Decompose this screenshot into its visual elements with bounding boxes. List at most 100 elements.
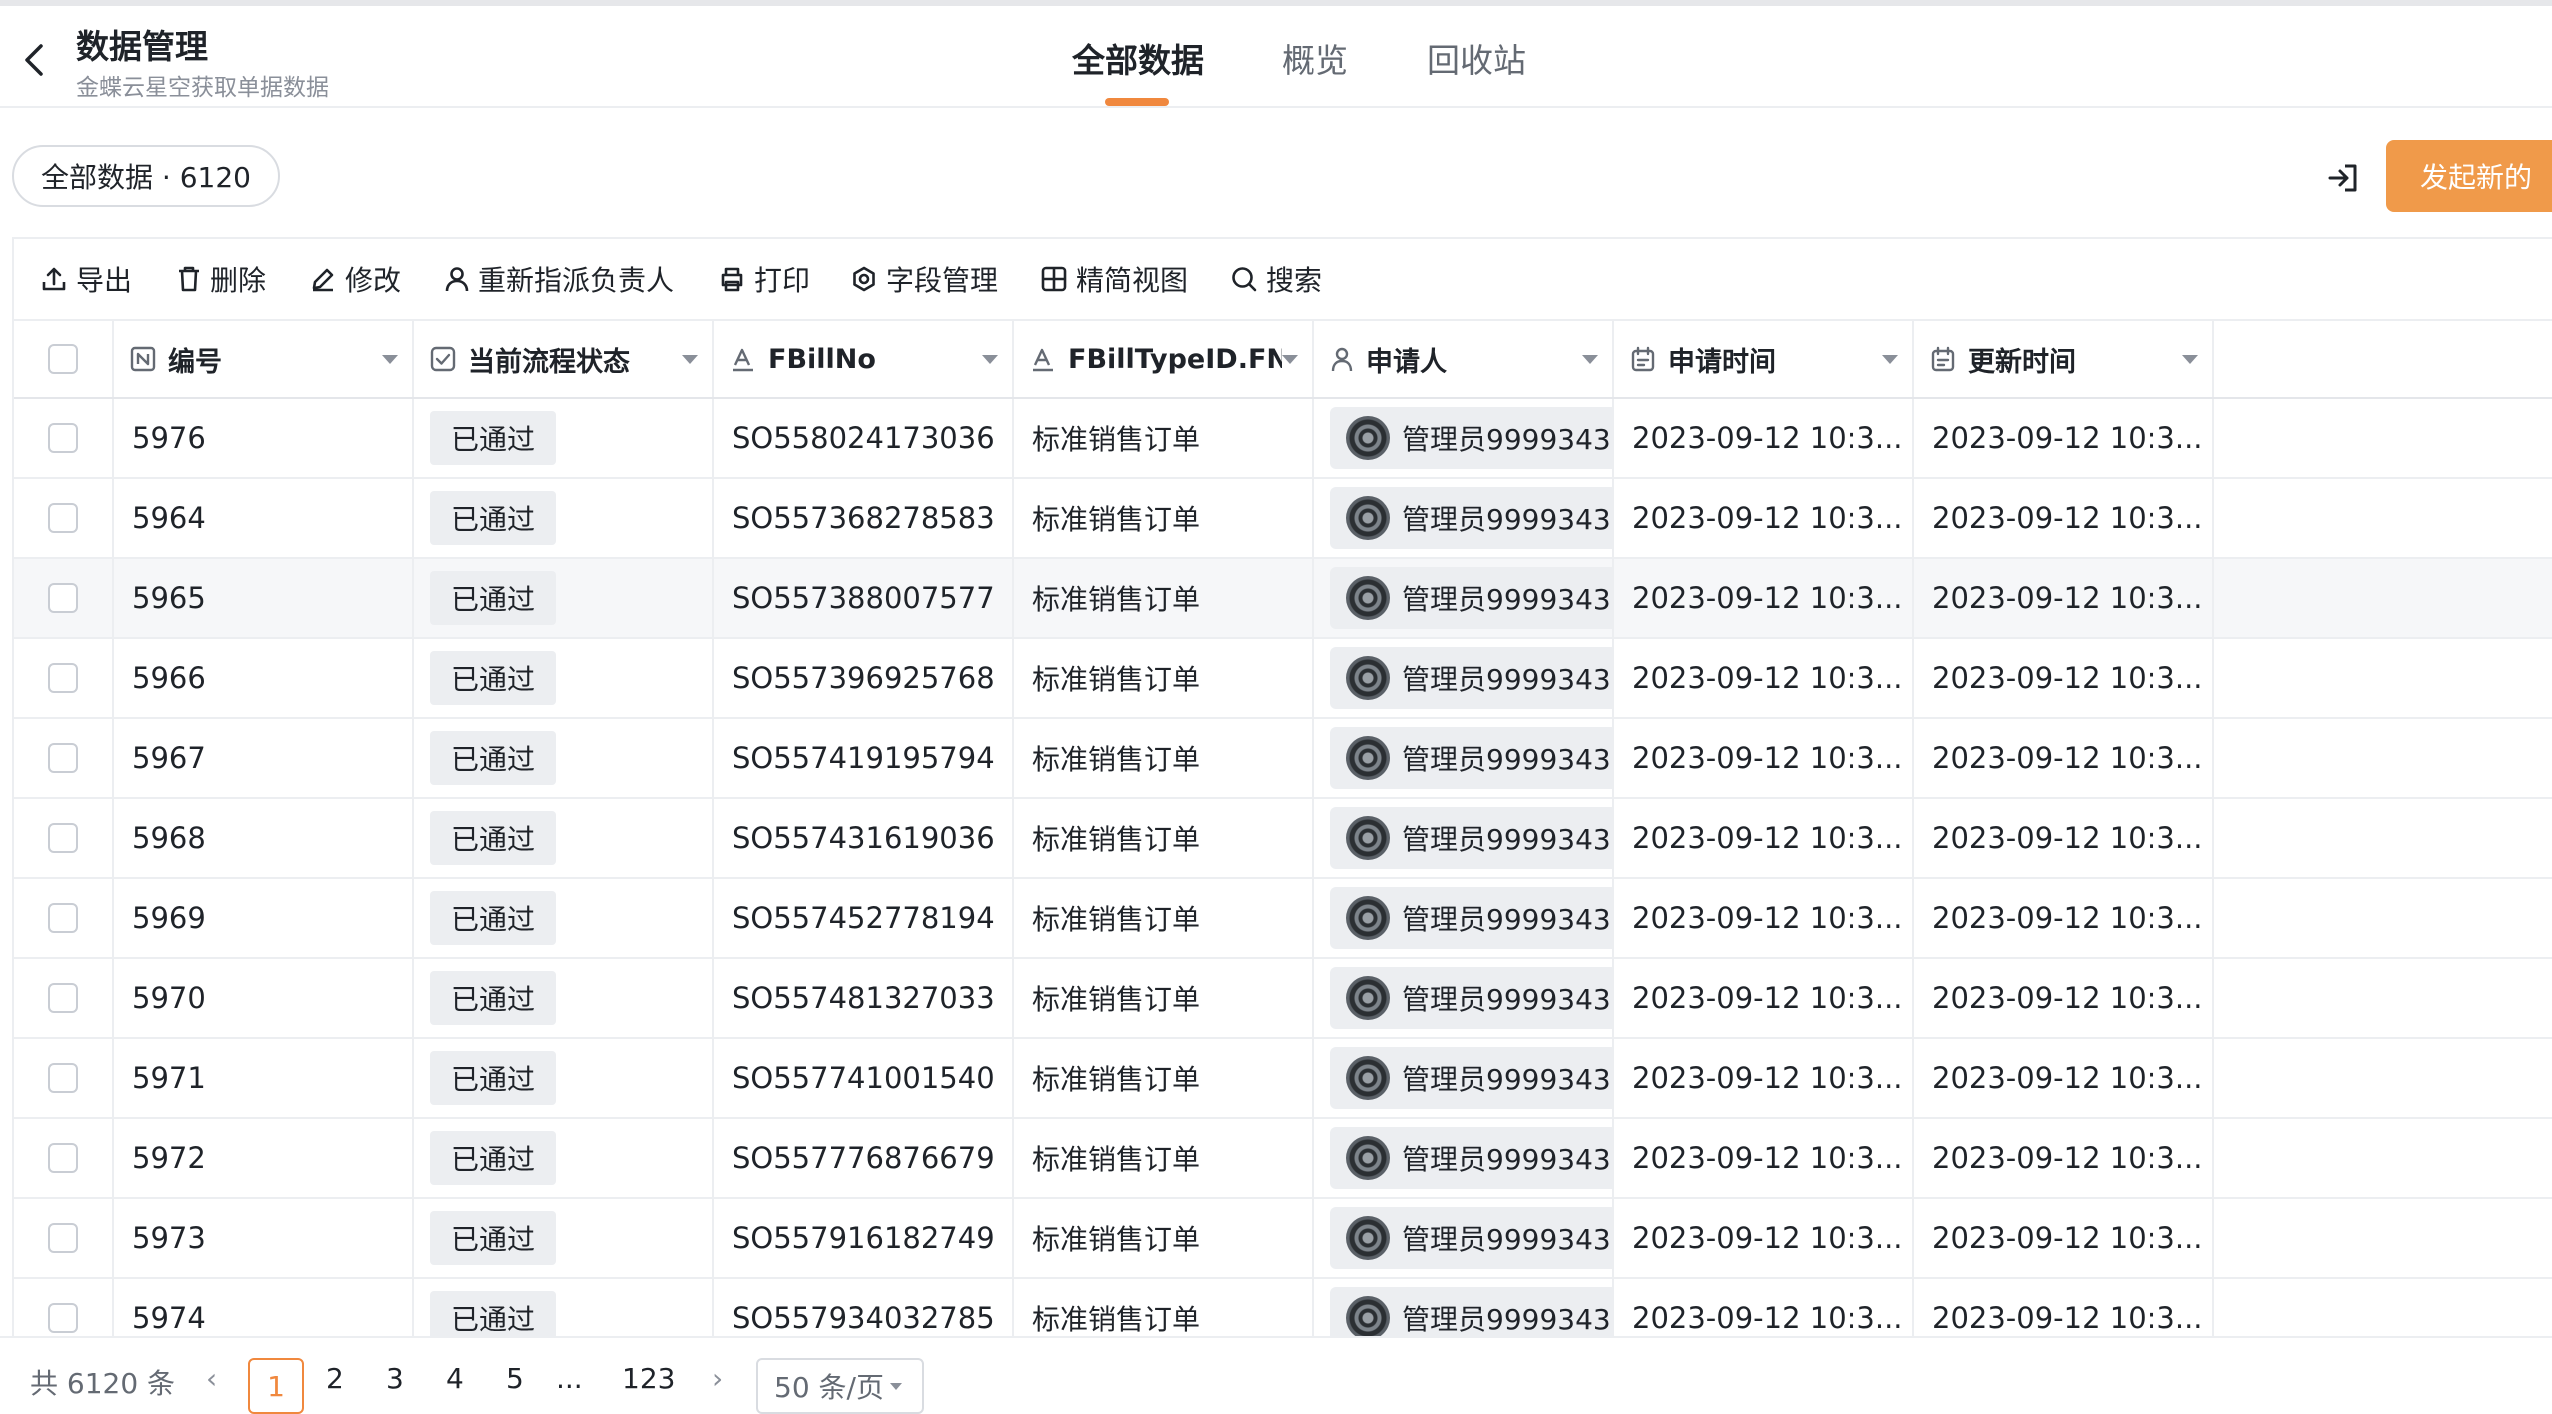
bill-no-cell[interactable]: SO557776876679 bbox=[714, 1119, 1014, 1197]
applied-time-cell[interactable]: 2023-09-12 10:3... bbox=[1614, 399, 1914, 477]
column-header-status[interactable]: 当前流程状态 bbox=[414, 321, 714, 397]
applied-time-cell[interactable]: 2023-09-12 10:3... bbox=[1614, 959, 1914, 1037]
number-cell[interactable]: 5968 bbox=[114, 799, 414, 877]
page-button[interactable]: 123 bbox=[622, 1362, 675, 1395]
page-button[interactable]: 5 bbox=[506, 1362, 524, 1395]
table-row[interactable]: 5964 已通过 SO557368278583 标准销售订单 管理员9999343 202… bbox=[14, 479, 2552, 559]
applicant-cell[interactable]: 管理员9999343 bbox=[1314, 1279, 1614, 1336]
status-cell[interactable]: 已通过 bbox=[414, 559, 714, 637]
number-cell[interactable]: 5965 bbox=[114, 559, 414, 637]
delete-button[interactable]: 删除 bbox=[176, 259, 266, 299]
updated-time-cell[interactable]: 2023-09-12 10:3... bbox=[1914, 719, 2214, 797]
updated-time-cell[interactable]: 2023-09-12 10:3... bbox=[1914, 399, 2214, 477]
applicant-cell[interactable]: 管理员9999343 bbox=[1314, 639, 1614, 717]
row-checkbox[interactable] bbox=[48, 503, 78, 533]
bill-type-cell[interactable]: 标准销售订单 bbox=[1014, 1279, 1314, 1336]
status-cell[interactable]: 已通过 bbox=[414, 479, 714, 557]
row-checkbox[interactable] bbox=[48, 903, 78, 933]
edit-button[interactable]: 修改 bbox=[309, 259, 401, 299]
table-row[interactable]: 5974 已通过 SO557934032785 标准销售订单 管理员9999343 202… bbox=[14, 1279, 2552, 1336]
status-cell[interactable]: 已通过 bbox=[414, 639, 714, 717]
row-checkbox[interactable] bbox=[48, 743, 78, 773]
applied-time-cell[interactable]: 2023-09-12 10:3... bbox=[1614, 639, 1914, 717]
tab-overview[interactable]: 概览 bbox=[1282, 34, 1348, 82]
bill-no-cell[interactable]: SO557452778194 bbox=[714, 879, 1014, 957]
applicant-cell[interactable]: 管理员9999343 bbox=[1314, 1119, 1614, 1197]
bill-type-cell[interactable]: 标准销售订单 bbox=[1014, 1039, 1314, 1117]
applicant-cell[interactable]: 管理员9999343 bbox=[1314, 719, 1614, 797]
table-row[interactable]: 5969 已通过 SO557452778194 标准销售订单 管理员9999343 202… bbox=[14, 879, 2552, 959]
applied-time-cell[interactable]: 2023-09-12 10:3... bbox=[1614, 879, 1914, 957]
applicant-cell[interactable]: 管理员9999343 bbox=[1314, 399, 1614, 477]
updated-time-cell[interactable]: 2023-09-12 10:3... bbox=[1914, 1279, 2214, 1336]
status-cell[interactable]: 已通过 bbox=[414, 879, 714, 957]
page-ellipsis[interactable]: ... bbox=[556, 1362, 583, 1395]
column-header-number[interactable]: 编号 bbox=[114, 321, 414, 397]
number-cell[interactable]: 5971 bbox=[114, 1039, 414, 1117]
bill-type-cell[interactable]: 标准销售订单 bbox=[1014, 399, 1314, 477]
bill-no-cell[interactable]: SO557419195794 bbox=[714, 719, 1014, 797]
bill-type-cell[interactable]: 标准销售订单 bbox=[1014, 719, 1314, 797]
column-header-fbillno[interactable]: FBillNo bbox=[714, 321, 1014, 397]
compact-view-button[interactable]: 精简视图 bbox=[1040, 259, 1188, 299]
updated-time-cell[interactable]: 2023-09-12 10:3... bbox=[1914, 479, 2214, 557]
bill-type-cell[interactable]: 标准销售订单 bbox=[1014, 1119, 1314, 1197]
applicant-cell[interactable]: 管理员9999343 bbox=[1314, 559, 1614, 637]
row-checkbox[interactable] bbox=[48, 423, 78, 453]
table-row[interactable]: 5967 已通过 SO557419195794 标准销售订单 管理员9999343 202… bbox=[14, 719, 2552, 799]
row-checkbox[interactable] bbox=[48, 1063, 78, 1093]
status-cell[interactable]: 已通过 bbox=[414, 1039, 714, 1117]
row-checkbox[interactable] bbox=[48, 1143, 78, 1173]
table-row[interactable]: 5970 已通过 SO557481327033 标准销售订单 管理员9999343 202… bbox=[14, 959, 2552, 1039]
updated-time-cell[interactable]: 2023-09-12 10:3... bbox=[1914, 1039, 2214, 1117]
page-button[interactable]: 4 bbox=[446, 1362, 464, 1395]
table-row[interactable]: 5971 已通过 SO557741001540 标准销售订单 管理员9999343 202… bbox=[14, 1039, 2552, 1119]
status-cell[interactable]: 已通过 bbox=[414, 719, 714, 797]
next-page-button[interactable]: › bbox=[712, 1362, 723, 1395]
bill-no-cell[interactable]: SO558024173036 bbox=[714, 399, 1014, 477]
applied-time-cell[interactable]: 2023-09-12 10:3... bbox=[1614, 479, 1914, 557]
row-checkbox[interactable] bbox=[48, 583, 78, 613]
select-all-checkbox[interactable] bbox=[48, 344, 78, 374]
tab-all-data[interactable]: 全部数据 bbox=[1072, 34, 1204, 82]
applicant-cell[interactable]: 管理员9999343 bbox=[1314, 479, 1614, 557]
bill-type-cell[interactable]: 标准销售订单 bbox=[1014, 479, 1314, 557]
updated-time-cell[interactable]: 2023-09-12 10:3... bbox=[1914, 559, 2214, 637]
status-cell[interactable]: 已通过 bbox=[414, 959, 714, 1037]
bill-no-cell[interactable]: SO557934032785 bbox=[714, 1279, 1014, 1336]
view-selector[interactable]: 全部数据 · 6120 bbox=[12, 145, 280, 207]
bill-type-cell[interactable]: 标准销售订单 bbox=[1014, 879, 1314, 957]
applied-time-cell[interactable]: 2023-09-12 10:3... bbox=[1614, 1039, 1914, 1117]
page-button[interactable]: 2 bbox=[326, 1362, 344, 1395]
applicant-cell[interactable]: 管理员9999343 bbox=[1314, 1199, 1614, 1277]
number-cell[interactable]: 5976 bbox=[114, 399, 414, 477]
status-cell[interactable]: 已通过 bbox=[414, 1279, 714, 1336]
applicant-cell[interactable]: 管理员9999343 bbox=[1314, 879, 1614, 957]
status-cell[interactable]: 已通过 bbox=[414, 399, 714, 477]
bill-type-cell[interactable]: 标准销售订单 bbox=[1014, 559, 1314, 637]
export-view-button[interactable] bbox=[2320, 155, 2366, 201]
column-menu-caret-icon[interactable] bbox=[1882, 354, 1898, 364]
updated-time-cell[interactable]: 2023-09-12 10:3... bbox=[1914, 879, 2214, 957]
bill-type-cell[interactable]: 标准销售订单 bbox=[1014, 639, 1314, 717]
bill-no-cell[interactable]: SO557388007577 bbox=[714, 559, 1014, 637]
column-menu-caret-icon[interactable] bbox=[1582, 354, 1598, 364]
row-checkbox[interactable] bbox=[48, 983, 78, 1013]
row-checkbox[interactable] bbox=[48, 823, 78, 853]
bill-no-cell[interactable]: SO557368278583 bbox=[714, 479, 1014, 557]
column-menu-caret-icon[interactable] bbox=[2182, 354, 2198, 364]
status-cell[interactable]: 已通过 bbox=[414, 799, 714, 877]
search-button[interactable]: 搜索 bbox=[1230, 259, 1322, 299]
number-cell[interactable]: 5964 bbox=[114, 479, 414, 557]
number-cell[interactable]: 5972 bbox=[114, 1119, 414, 1197]
number-cell[interactable]: 5966 bbox=[114, 639, 414, 717]
column-header-applicant[interactable]: 申请人 bbox=[1314, 321, 1614, 397]
status-cell[interactable]: 已通过 bbox=[414, 1119, 714, 1197]
applied-time-cell[interactable]: 2023-09-12 10:3... bbox=[1614, 1199, 1914, 1277]
bill-type-cell[interactable]: 标准销售订单 bbox=[1014, 959, 1314, 1037]
applied-time-cell[interactable]: 2023-09-12 10:3... bbox=[1614, 1279, 1914, 1336]
status-cell[interactable]: 已通过 bbox=[414, 1199, 714, 1277]
table-row[interactable]: 5976 已通过 SO558024173036 标准销售订单 管理员9999343 202… bbox=[14, 399, 2552, 479]
column-header-fbilltype[interactable]: FBillTypeID.FN bbox=[1014, 321, 1314, 397]
bill-no-cell[interactable]: SO557481327033 bbox=[714, 959, 1014, 1037]
